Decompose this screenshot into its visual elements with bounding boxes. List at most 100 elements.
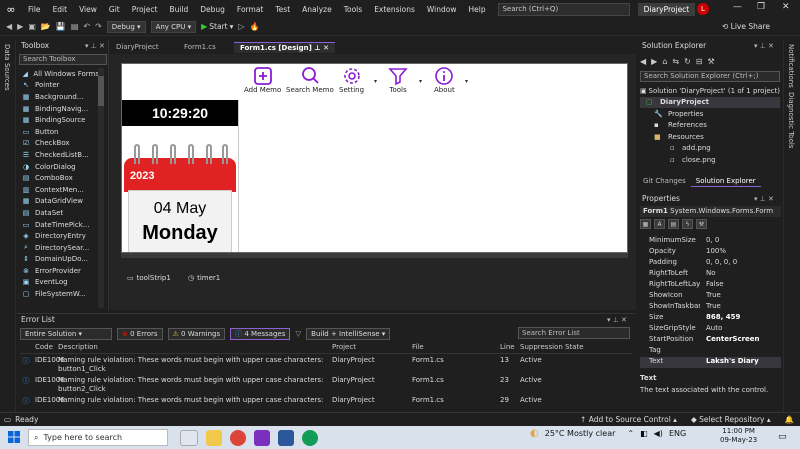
taskbar-search-input[interactable]: ⌕ Type here to search [28, 429, 168, 446]
start-button[interactable]: ▶ Start ▾ [201, 22, 233, 31]
menu-view[interactable]: View [73, 5, 103, 14]
search-memo-button[interactable]: Search Memo [286, 66, 334, 94]
about-button[interactable]: About [434, 66, 455, 94]
wrench-icon[interactable]: ⚒ [708, 57, 715, 66]
configuration-select[interactable]: Debug ▾ [106, 20, 146, 33]
alphabetical-icon[interactable]: A [654, 219, 665, 229]
toolbox-item[interactable]: ☑ CheckBox [17, 138, 99, 150]
filter-icon[interactable]: ▽ [295, 329, 301, 338]
collapse-icon[interactable]: ⊟ [696, 57, 703, 66]
error-row[interactable]: ⓘ IDE1006 Naming rule violation: These w… [20, 376, 632, 393]
build-filter-select[interactable]: Build + IntelliSense ▾ [306, 327, 391, 340]
toolbox-item[interactable]: ▢ FileSystemW... [17, 288, 99, 300]
tray-toolstrip1[interactable]: ▭ toolStrip1 [127, 274, 171, 282]
toolbox-item[interactable]: ▤ ComboBox [17, 172, 99, 184]
warnings-filter[interactable]: ⚠ 0 Warnings [167, 327, 226, 340]
weather-text[interactable]: 25°C Mostly clear [545, 429, 616, 438]
pin-icon[interactable]: ⊥ [314, 44, 320, 52]
error-row[interactable]: ⓘ IDE1006 Naming rule violation: These w… [20, 396, 632, 406]
setting-button[interactable]: Setting [339, 66, 364, 94]
network-icon[interactable]: ◧ [640, 429, 648, 438]
scope-select[interactable]: Entire Solution ▾ [20, 327, 112, 340]
menu-project[interactable]: Project [126, 5, 164, 14]
panel-pin-icon[interactable]: ▾ ⊥ ✕ [754, 195, 774, 203]
toolbox-search-input[interactable]: Search Toolbox [19, 54, 107, 65]
col-code[interactable]: Code [32, 343, 54, 353]
tree-properties[interactable]: 🔧 Properties [640, 108, 780, 120]
diagnostic-tools-tab[interactable]: Diagnostic Tools [787, 92, 795, 148]
menu-edit[interactable]: Edit [47, 5, 74, 14]
designer-scrollbar[interactable] [121, 253, 628, 258]
form1-design-canvas[interactable]: 10:29:20 2023 04 May Monday Add Memo Sea… [121, 63, 628, 253]
categorized-icon[interactable]: ▦ [640, 219, 651, 229]
forward-icon[interactable]: ▶ [17, 22, 23, 31]
messages-filter[interactable]: ⓘ 4 Messages [230, 327, 291, 340]
sync-icon[interactable]: ⇆ [672, 57, 679, 66]
word-icon[interactable] [278, 429, 294, 446]
menu-help[interactable]: Help [463, 5, 492, 14]
save-all-icon[interactable]: ▤ [71, 22, 79, 31]
user-avatar[interactable]: L [697, 3, 709, 15]
visual-studio-logo-icon[interactable]: ∞ [0, 0, 22, 18]
toolbox-item[interactable]: ▦ BindingSource [17, 114, 99, 126]
prop-row[interactable]: Padding 0, 0, 0, 0 [640, 258, 781, 269]
tree-references[interactable]: ▪ References [640, 120, 780, 132]
tree-add-png[interactable]: ▫ add.png [640, 143, 780, 155]
toolbox-item[interactable]: ⌕ DirectorySear... [17, 242, 99, 254]
menu-extensions[interactable]: Extensions [368, 5, 421, 14]
weather-icon[interactable]: ◐ [530, 428, 539, 439]
menu-tools[interactable]: Tools [338, 5, 368, 14]
form-toolstrip[interactable]: Add Memo Search Memo Setting ▾ Tools ▾ A… [238, 64, 627, 100]
col-suppression-state[interactable]: Suppression State [520, 343, 610, 353]
run-without-debug-icon[interactable]: ▷ [238, 22, 244, 31]
menu-build[interactable]: Build [163, 5, 194, 14]
tab-diaryproject[interactable]: DiaryProject [110, 42, 178, 53]
new-project-icon[interactable]: ▣ [28, 22, 36, 31]
select-repository-button[interactable]: ◆ Select Repository ▴ [691, 415, 771, 424]
menu-git[interactable]: Git [103, 5, 126, 14]
refresh-icon[interactable]: ↻ [684, 57, 691, 66]
toolbox-item[interactable]: ▦ DataGridView [17, 196, 99, 208]
menu-format[interactable]: Format [231, 5, 269, 14]
toolbox-item[interactable]: ▤ DataSet [17, 207, 99, 219]
prop-row[interactable]: Opacity 100% [640, 247, 781, 258]
undo-icon[interactable]: ↶ [83, 22, 90, 31]
col-file[interactable]: File [412, 343, 500, 353]
menu-debug[interactable]: Debug [194, 5, 231, 14]
calendar-picture[interactable]: 2023 04 May Monday [124, 144, 236, 252]
data-sources-tab[interactable]: Data Sources [3, 44, 11, 91]
prop-row[interactable]: RightToLeftLayoutFalse [640, 280, 781, 291]
prop-row[interactable]: ShowInTaskbar True [640, 302, 781, 313]
add-to-source-control-button[interactable]: ↑ Add to Source Control ▴ [580, 415, 677, 424]
prop-row[interactable]: ShowIcon True [640, 291, 781, 302]
hot-reload-icon[interactable]: 🔥 [250, 22, 260, 31]
tree-solution[interactable]: ▣ Solution 'DiaryProject' (1 of 1 project… [640, 85, 780, 97]
errors-filter[interactable]: ⊗ 0 Errors [117, 327, 163, 340]
tab-form1-cs[interactable]: Form1.cs [178, 42, 234, 53]
home-icon[interactable]: ⌂ [662, 57, 667, 66]
clock-label[interactable]: 10:29:20 [122, 100, 238, 126]
menu-test[interactable]: Test [269, 5, 296, 14]
tab-form1-design[interactable]: Form1.cs [Design] ⊥ ✕ [234, 42, 336, 53]
windows-start-icon[interactable] [8, 431, 20, 443]
notification-center-icon[interactable]: ▭ [778, 432, 787, 442]
tree-resources[interactable]: ■ Resources [640, 131, 780, 143]
error-row[interactable]: ⓘ IDE1006 Naming rule violation: These w… [20, 356, 632, 373]
prop-row[interactable]: Tag [640, 346, 781, 357]
prop-row[interactable]: Size 868, 459 [640, 313, 781, 324]
property-pages-icon[interactable]: ⚒ [696, 219, 707, 229]
toolbox-item[interactable]: ⊗ ErrorProvider [17, 265, 99, 277]
toolbox-scroll-thumb[interactable] [98, 76, 104, 106]
live-share-button[interactable]: ⟲ Live Share [722, 22, 770, 31]
add-memo-button[interactable]: Add Memo [244, 66, 281, 94]
panel-pin-icon[interactable]: ▾ ⊥ ✕ [754, 42, 774, 50]
toolbox-item[interactable]: ↖ Pointer [17, 80, 99, 92]
platform-select[interactable]: Any CPU ▾ [150, 20, 197, 33]
toolbox-item[interactable]: ▦ Background... [17, 91, 99, 103]
close-tab-icon[interactable]: ✕ [323, 44, 329, 52]
language-indicator[interactable]: ENG [669, 429, 686, 438]
prop-row[interactable]: StartPosition CenterScreen [640, 335, 781, 346]
tray-timer1[interactable]: ◷ timer1 [188, 274, 220, 282]
toolbox-item[interactable]: ▭ DateTimePick... [17, 219, 99, 231]
menu-window[interactable]: Window [421, 5, 463, 14]
